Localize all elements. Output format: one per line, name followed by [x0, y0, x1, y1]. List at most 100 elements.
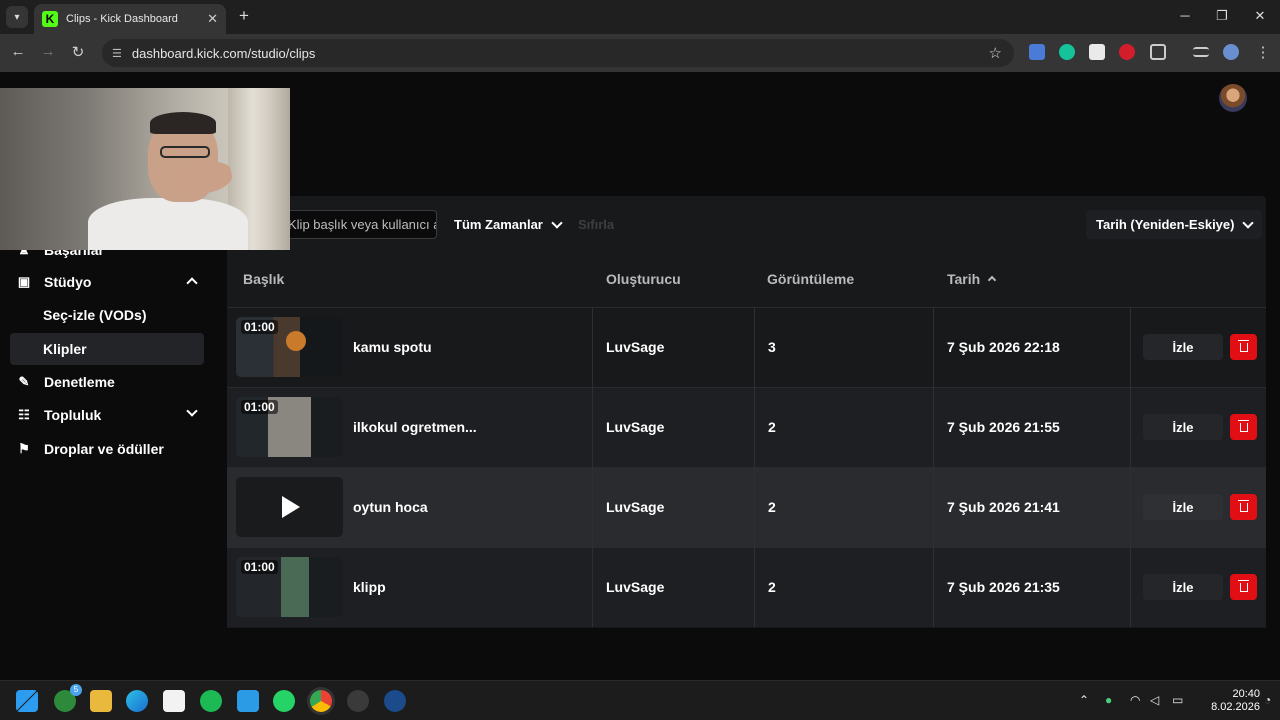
- notification-badge: 5: [70, 684, 82, 696]
- reset-filter-button[interactable]: Sıfırla: [568, 210, 624, 239]
- steam-icon[interactable]: [384, 690, 406, 712]
- delete-button[interactable]: [1230, 414, 1257, 440]
- sidebar-item-label: Denetleme: [44, 374, 115, 390]
- clip-date: 7 Şub 2026 21:41: [947, 499, 1060, 515]
- sidebar-item-studio[interactable]: ▣ Stüdyo: [10, 266, 204, 298]
- webcam-person-hair: [150, 112, 216, 134]
- user-avatar[interactable]: [1219, 84, 1247, 112]
- clip-creator[interactable]: LuvSage: [606, 419, 664, 435]
- trash-icon: [1237, 579, 1249, 592]
- new-tab-button[interactable]: +: [234, 6, 254, 26]
- grammarly-extension-icon[interactable]: [1059, 44, 1075, 60]
- translate-extension-icon[interactable]: [1029, 44, 1045, 60]
- clip-views: 3: [768, 339, 776, 355]
- clip-thumbnail[interactable]: 01:00: [236, 397, 343, 457]
- delete-button[interactable]: [1230, 334, 1257, 360]
- menu-kebab-icon[interactable]: ⋮: [1253, 43, 1273, 61]
- reading-list-icon[interactable]: [1193, 47, 1209, 57]
- reload-icon[interactable]: ↻: [68, 43, 88, 61]
- profile-avatar-icon[interactable]: [1223, 44, 1239, 60]
- watch-button[interactable]: İzle: [1143, 494, 1223, 520]
- obs-icon[interactable]: [347, 690, 369, 712]
- sidebar-item-vods[interactable]: Seç-izle (VODs): [10, 299, 204, 331]
- sidebar-item-label: Stüdyo: [44, 274, 92, 290]
- spotify-icon[interactable]: [200, 690, 222, 712]
- xbox-icon[interactable]: 5: [54, 684, 82, 712]
- clip-title[interactable]: ilkokul ogretmen...: [353, 419, 477, 435]
- maximize-icon[interactable]: ❐: [1212, 8, 1232, 24]
- clip-thumbnail[interactable]: 01:00: [236, 557, 343, 617]
- date-header-label: Tarih: [947, 271, 981, 287]
- windows-taskbar: 5 ⌃ ● ◠ ◁ ▭ ◔: [0, 680, 1280, 720]
- extensions-puzzle-icon[interactable]: [1150, 44, 1166, 60]
- bookmark-star-icon[interactable]: ☆: [989, 44, 1002, 62]
- column-header-creator[interactable]: Oluşturucu: [606, 271, 681, 287]
- sidebar-item-moderation[interactable]: ✎ Denetleme: [10, 366, 204, 398]
- column-divider: [1130, 307, 1131, 627]
- edge-icon[interactable]: [126, 690, 148, 712]
- file-explorer-icon[interactable]: [90, 690, 112, 712]
- clip-creator[interactable]: LuvSage: [606, 499, 664, 515]
- address-bar[interactable]: ☰ dashboard.kick.com/studio/clips ☆: [102, 39, 1014, 67]
- column-header-title[interactable]: Başlık: [243, 271, 284, 287]
- sort-dropdown[interactable]: Tarih (Yeniden-Eskiye): [1086, 210, 1263, 239]
- record-extension-icon[interactable]: [1119, 44, 1135, 60]
- watch-button[interactable]: İzle: [1143, 414, 1223, 440]
- watch-button[interactable]: İzle: [1143, 574, 1223, 600]
- clip-search-input[interactable]: [277, 210, 437, 239]
- clip-thumbnail[interactable]: [236, 477, 343, 537]
- time-filter-label: Tüm Zamanlar: [454, 217, 543, 232]
- sidebar-item-clips[interactable]: Klipler: [10, 333, 204, 365]
- back-icon[interactable]: ←: [8, 43, 28, 60]
- reset-label: Sıfırla: [578, 217, 615, 232]
- delete-button[interactable]: [1230, 494, 1257, 520]
- clock-date[interactable]: 8.02.2026: [1196, 701, 1260, 713]
- extension-icon[interactable]: [1089, 44, 1105, 60]
- browser-tab[interactable]: K Clips - Kick Dashboard ✕: [34, 4, 226, 34]
- tab-search-chevron-icon[interactable]: ▾: [6, 6, 28, 28]
- clip-creator[interactable]: LuvSage: [606, 579, 664, 595]
- trash-icon: [1237, 419, 1249, 432]
- community-icon: ☷: [18, 407, 30, 422]
- wrench-icon: ✎: [18, 374, 30, 389]
- clip-title[interactable]: oytun hoca: [353, 499, 428, 515]
- close-tab-icon[interactable]: ✕: [207, 11, 218, 27]
- chrome-icon[interactable]: [310, 690, 332, 712]
- close-window-icon[interactable]: ✕: [1250, 8, 1270, 24]
- forward-icon[interactable]: →: [38, 43, 58, 60]
- column-divider: [933, 307, 934, 627]
- notifications-bell-icon[interactable]: ◔: [1264, 693, 1271, 707]
- clip-thumbnail[interactable]: 01:00: [236, 317, 343, 377]
- store-icon[interactable]: [163, 690, 185, 712]
- clip-creator[interactable]: LuvSage: [606, 339, 664, 355]
- whatsapp-icon[interactable]: [273, 690, 295, 712]
- clock-time[interactable]: 20:40: [1210, 688, 1260, 700]
- column-header-views[interactable]: Görüntüleme: [767, 271, 854, 287]
- watch-button[interactable]: İzle: [1143, 334, 1223, 360]
- start-windows-icon[interactable]: [16, 690, 38, 712]
- trash-icon: [1237, 499, 1249, 512]
- webcam-overlay: [0, 88, 290, 250]
- tray-chevron-up-icon[interactable]: ⌃: [1079, 693, 1089, 707]
- microphone-icon[interactable]: ●: [1105, 693, 1112, 707]
- sidebar-item-label: Topluluk: [44, 407, 102, 423]
- battery-icon[interactable]: ▭: [1172, 693, 1183, 707]
- clip-title[interactable]: kamu spotu: [353, 339, 432, 355]
- sidebar-item-community[interactable]: ☷ Topluluk: [10, 399, 204, 431]
- sidebar-item-drops[interactable]: ⚑ Droplar ve ödüller: [10, 433, 204, 465]
- clip-duration: 01:00: [241, 400, 278, 414]
- volume-icon[interactable]: ◁: [1150, 693, 1159, 707]
- sidebar-item-label: Droplar ve ödüller: [44, 441, 164, 457]
- app-icon[interactable]: [237, 690, 259, 712]
- delete-button[interactable]: [1230, 574, 1257, 600]
- time-filter-dropdown[interactable]: Tüm Zamanlar: [444, 210, 571, 239]
- chevron-down-icon: [186, 405, 198, 417]
- site-info-icon[interactable]: ☰: [112, 47, 122, 60]
- wifi-icon[interactable]: ◠: [1130, 693, 1140, 707]
- url-text[interactable]: dashboard.kick.com/studio/clips: [132, 46, 989, 61]
- column-header-date[interactable]: Tarih: [947, 271, 997, 287]
- play-icon[interactable]: [282, 496, 300, 518]
- minimize-icon[interactable]: ─: [1175, 8, 1195, 23]
- clip-title[interactable]: klipp: [353, 579, 386, 595]
- browser-tabbar: ▾ K Clips - Kick Dashboard ✕ + ─ ❐ ✕: [0, 0, 1280, 34]
